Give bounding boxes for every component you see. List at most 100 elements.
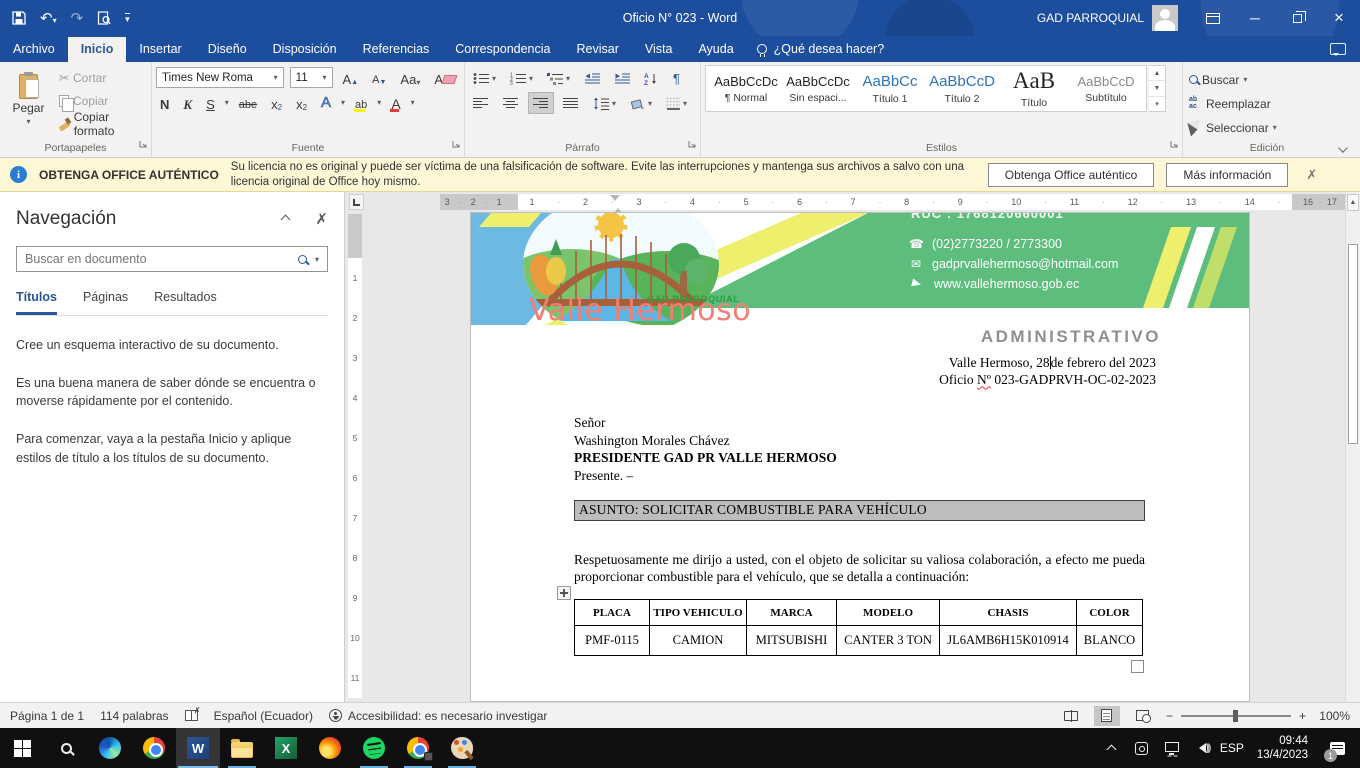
multilevel-list-button[interactable]: ▾ bbox=[543, 68, 574, 88]
taskbar-file-explorer[interactable] bbox=[220, 728, 264, 768]
minimize-button[interactable]: ─ bbox=[1234, 0, 1276, 36]
customize-qat-icon[interactable]: ▾ bbox=[125, 13, 130, 24]
web-layout-button[interactable] bbox=[1130, 706, 1156, 726]
table-header-cell[interactable]: MARCA bbox=[747, 600, 837, 626]
underline-button[interactable]: S bbox=[202, 92, 219, 113]
superscript-button[interactable]: x2 bbox=[292, 92, 311, 113]
tab-stop-selector[interactable] bbox=[349, 194, 364, 210]
accessibility-status[interactable]: Accesibilidad: es necesario investigar bbox=[329, 709, 547, 723]
table-header-cell[interactable]: CHASIS bbox=[940, 600, 1077, 626]
font-dialog-launcher[interactable] bbox=[452, 136, 461, 154]
more-info-button[interactable]: Más información bbox=[1166, 163, 1288, 187]
replace-button[interactable]: abacReemplazar bbox=[1187, 93, 1347, 114]
collapse-ribbon-icon[interactable] bbox=[1332, 137, 1350, 151]
document-search-box[interactable]: ▾ bbox=[16, 246, 328, 272]
underline-menu[interactable]: ▾ bbox=[225, 98, 229, 107]
tab-ayuda[interactable]: Ayuda bbox=[685, 37, 746, 62]
find-button[interactable]: Buscar▾ bbox=[1187, 69, 1347, 90]
tab-correspondencia[interactable]: Correspondencia bbox=[442, 37, 563, 62]
align-left-button[interactable] bbox=[469, 93, 493, 113]
table-cell[interactable]: CANTER 3 TON bbox=[837, 626, 940, 656]
clipboard-dialog-launcher[interactable] bbox=[139, 136, 148, 154]
style-subtitle[interactable]: AaBbCcDSubtítulo bbox=[1070, 68, 1142, 109]
action-center-button[interactable]: 1 bbox=[1320, 728, 1354, 768]
print-preview-icon[interactable] bbox=[97, 11, 111, 25]
highlight-button[interactable]: ab bbox=[351, 92, 371, 113]
tab-disposicion[interactable]: Disposición bbox=[260, 37, 350, 62]
language-indicator[interactable]: Español (Ecuador) bbox=[214, 709, 313, 723]
proofing-icon[interactable] bbox=[185, 710, 198, 721]
tab-archivo[interactable]: Archivo bbox=[0, 37, 68, 62]
zoom-slider-thumb[interactable] bbox=[1233, 710, 1238, 722]
style-heading2[interactable]: AaBbCcDTítulo 2 bbox=[926, 68, 998, 109]
styles-scroll-up-icon[interactable]: ▲ bbox=[1149, 66, 1165, 81]
document-page[interactable]: RUC : 1768120660001 ☎(02)2773220 / 27733… bbox=[470, 212, 1250, 702]
account-name[interactable]: GAD PARROQUIAL bbox=[1037, 11, 1144, 25]
start-button[interactable] bbox=[0, 728, 44, 768]
zoom-out-button[interactable]: − bbox=[1166, 709, 1173, 723]
scroll-up-icon[interactable]: ▲ bbox=[1347, 194, 1359, 211]
bullets-button[interactable]: ▾ bbox=[469, 68, 500, 88]
table-move-handle[interactable] bbox=[557, 586, 571, 600]
table-header-cell[interactable]: MODELO bbox=[837, 600, 940, 626]
zoom-percentage[interactable]: 100% bbox=[1314, 709, 1350, 723]
table-cell[interactable]: BLANCO bbox=[1077, 626, 1143, 656]
tab-vista[interactable]: Vista bbox=[632, 37, 686, 62]
decrease-indent-button[interactable] bbox=[580, 68, 604, 88]
print-layout-button[interactable] bbox=[1094, 706, 1120, 726]
style-normal[interactable]: AaBbCcDc¶ Normal bbox=[710, 68, 782, 109]
feedback-icon[interactable] bbox=[1330, 43, 1346, 55]
nav-tab-resultados[interactable]: Resultados bbox=[154, 290, 217, 315]
show-marks-button[interactable]: ¶ bbox=[669, 68, 684, 88]
paste-button[interactable]: Pegar ▾ bbox=[4, 65, 53, 134]
table-cell[interactable]: CAMION bbox=[650, 626, 747, 656]
taskbar-spotify[interactable] bbox=[352, 728, 396, 768]
style-heading1[interactable]: AaBbCcTítulo 1 bbox=[854, 68, 926, 109]
text-effects-button[interactable]: A bbox=[317, 92, 335, 113]
search-icon[interactable] bbox=[298, 255, 307, 264]
line-spacing-button[interactable]: ▾ bbox=[589, 93, 620, 113]
taskbar-excel[interactable]: X bbox=[264, 728, 308, 768]
borders-button[interactable]: ▾ bbox=[662, 93, 691, 113]
select-button[interactable]: Seleccionar▾ bbox=[1187, 117, 1347, 138]
italic-button[interactable]: K bbox=[179, 92, 196, 113]
tray-tablet-icon[interactable] bbox=[1129, 728, 1155, 768]
styles-dialog-launcher[interactable] bbox=[1170, 136, 1179, 154]
page-indicator[interactable]: Página 1 de 1 bbox=[10, 709, 84, 723]
taskbar-edge[interactable] bbox=[88, 728, 132, 768]
grow-font-button[interactable]: A▲ bbox=[339, 67, 363, 88]
table-cell[interactable]: MITSUBISHI bbox=[747, 626, 837, 656]
read-mode-button[interactable] bbox=[1058, 706, 1084, 726]
tab-referencias[interactable]: Referencias bbox=[350, 37, 443, 62]
navigation-close-icon[interactable]: ✗ bbox=[315, 210, 328, 228]
copy-button[interactable]: Copiar bbox=[57, 90, 147, 111]
tab-revisar[interactable]: Revisar bbox=[563, 37, 631, 62]
search-input[interactable] bbox=[25, 252, 290, 266]
font-color-menu[interactable]: ▾ bbox=[411, 98, 415, 107]
highlight-menu[interactable]: ▾ bbox=[377, 98, 381, 107]
increase-indent-button[interactable] bbox=[610, 68, 634, 88]
font-size-select[interactable]: 11▾ bbox=[290, 67, 333, 88]
scrollbar-thumb[interactable] bbox=[1348, 244, 1358, 444]
font-family-select[interactable]: Times New Roma▾ bbox=[156, 67, 284, 88]
strikethrough-button[interactable]: abe bbox=[235, 92, 261, 113]
close-button[interactable]: × bbox=[1318, 0, 1360, 36]
sort-button[interactable]: AZ bbox=[640, 68, 663, 88]
table-header-cell[interactable]: TIPO VEHICULO bbox=[650, 600, 747, 626]
clear-formatting-button[interactable]: A bbox=[430, 67, 460, 88]
taskbar-word[interactable]: W bbox=[176, 728, 220, 768]
zoom-slider[interactable] bbox=[1181, 715, 1291, 717]
tray-network-icon[interactable] bbox=[1159, 728, 1185, 768]
tab-insertar[interactable]: Insertar bbox=[126, 37, 194, 62]
taskbar-chrome[interactable] bbox=[132, 728, 176, 768]
justify-button[interactable] bbox=[559, 93, 583, 113]
format-painter-button[interactable]: Copiar formato bbox=[57, 113, 147, 134]
get-office-button[interactable]: Obtenga Office auténtico bbox=[988, 163, 1155, 187]
vertical-ruler[interactable]: 1234567891011 bbox=[348, 214, 362, 702]
font-color-button[interactable]: A bbox=[387, 92, 404, 113]
vertical-scrollbar[interactable]: ▲ bbox=[1345, 192, 1360, 702]
word-count[interactable]: 114 palabras bbox=[100, 709, 169, 723]
ribbon-display-options-icon[interactable] bbox=[1192, 0, 1234, 36]
style-no-spacing[interactable]: AaBbCcDcSin espaci... bbox=[782, 68, 854, 109]
tab-inicio[interactable]: Inicio bbox=[68, 37, 127, 62]
